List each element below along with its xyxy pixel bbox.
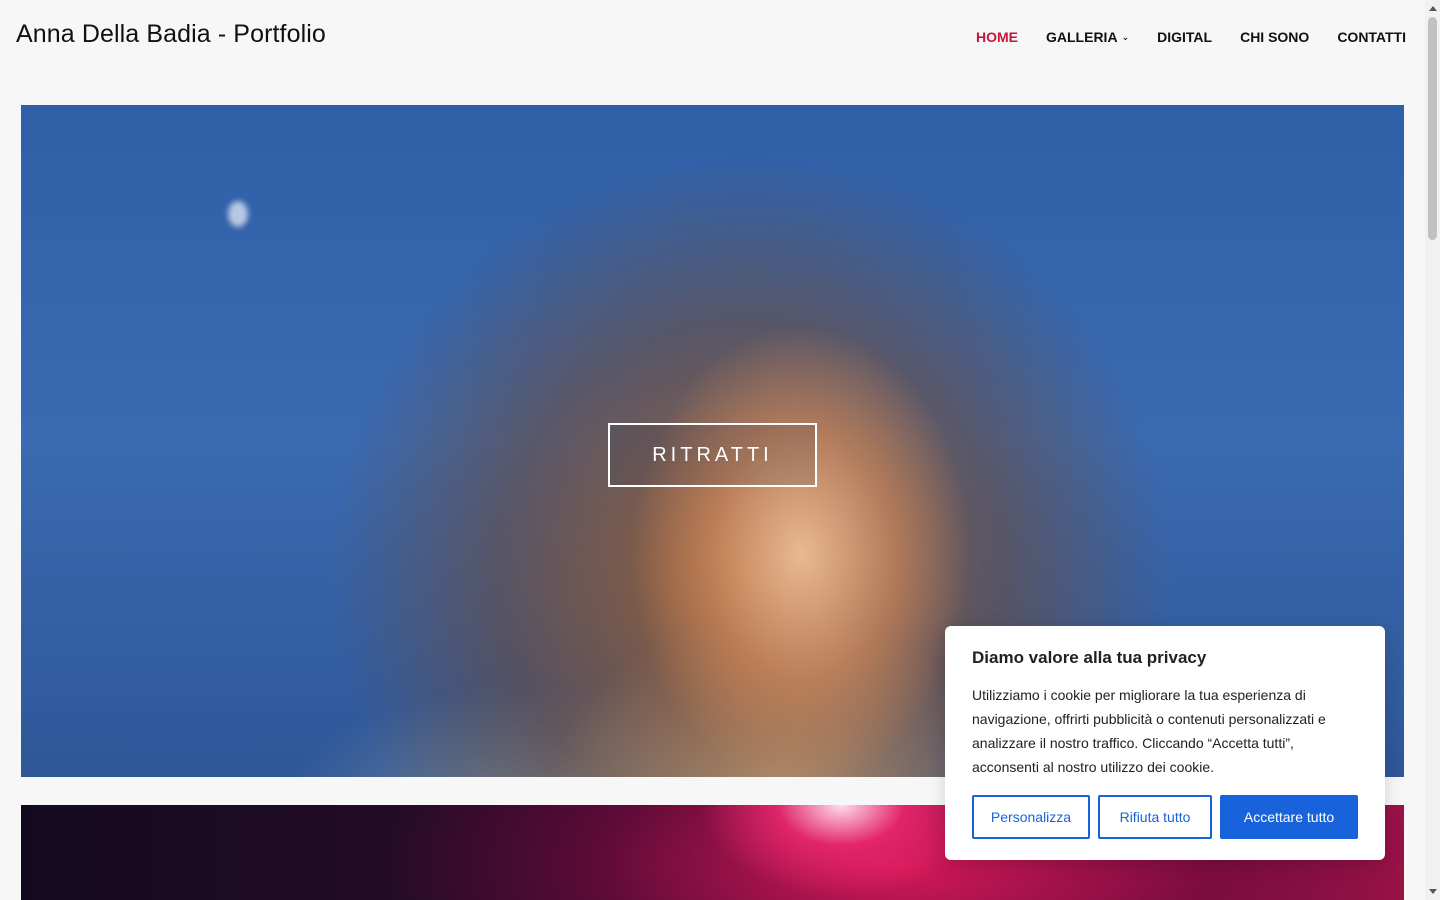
- scrollbar-thumb[interactable]: [1428, 17, 1437, 240]
- nav-item-galleria[interactable]: GALLERIA ⌄: [1046, 29, 1129, 45]
- cookie-banner-title: Diamo valore alla tua privacy: [972, 648, 1207, 667]
- nav-item-label: GALLERIA: [1046, 29, 1118, 45]
- page-scrollbar[interactable]: [1425, 0, 1440, 900]
- cookie-consent-banner: Diamo valore alla tua privacy Utilizziam…: [945, 626, 1385, 860]
- customize-cookies-button[interactable]: Personalizza: [972, 795, 1090, 839]
- cookie-actions: Personalizza Rifiuta tutto Accettare tut…: [972, 795, 1358, 839]
- site-title[interactable]: Anna Della Badia - Portfolio: [16, 20, 326, 49]
- chevron-down-icon: ⌄: [1121, 31, 1130, 42]
- reject-all-button[interactable]: Rifiuta tutto: [1098, 795, 1212, 839]
- scroll-up-arrow-icon[interactable]: [1429, 6, 1437, 11]
- scroll-down-arrow-icon[interactable]: [1429, 889, 1437, 894]
- nav-item-label: DIGITAL: [1157, 29, 1213, 45]
- nav-item-label: CONTATTI: [1337, 29, 1406, 45]
- moon-shape: [228, 201, 248, 227]
- main-nav: HOME GALLERIA ⌄ DIGITAL CHI SONO CONTATT…: [948, 29, 1406, 45]
- ritratti-button[interactable]: RITRATTI: [608, 423, 817, 487]
- nav-item-home[interactable]: HOME: [976, 29, 1018, 45]
- site-header: Anna Della Badia - Portfolio HOME GALLER…: [0, 0, 1425, 76]
- nav-item-chi-sono[interactable]: CHI SONO: [1240, 29, 1309, 45]
- nav-item-contatti[interactable]: CONTATTI: [1337, 29, 1406, 45]
- nav-item-label: CHI SONO: [1240, 29, 1310, 45]
- nav-item-digital[interactable]: DIGITAL: [1157, 29, 1212, 45]
- nav-item-label: HOME: [976, 29, 1018, 45]
- accept-all-button[interactable]: Accettare tutto: [1220, 795, 1358, 839]
- cookie-banner-text: Utilizziamo i cookie per migliorare la t…: [972, 687, 1326, 775]
